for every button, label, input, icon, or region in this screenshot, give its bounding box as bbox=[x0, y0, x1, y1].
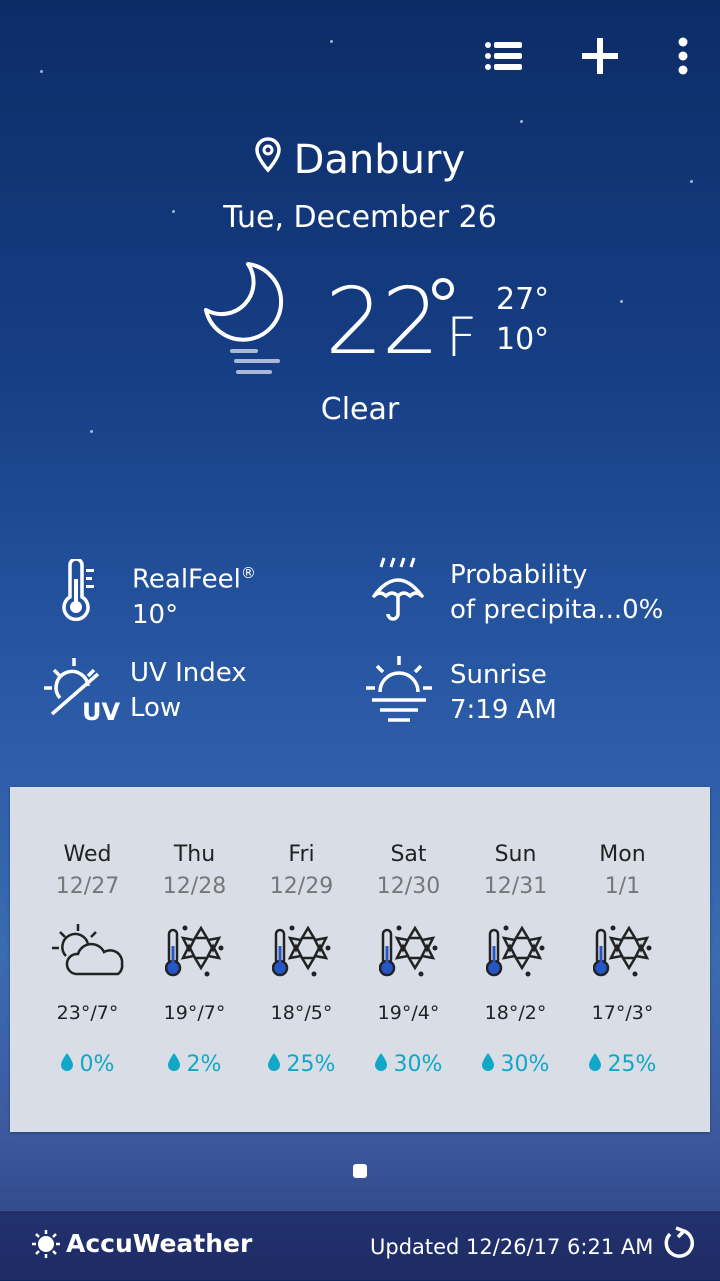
precip-label-2: of precipita... bbox=[450, 595, 623, 625]
forecast-precip: 30% bbox=[355, 1052, 462, 1077]
forecast-precip: 2% bbox=[141, 1052, 248, 1077]
partly-cloudy-icon bbox=[34, 922, 141, 1002]
realfeel-value: 10° bbox=[132, 599, 179, 630]
brand-name: AccuWeather bbox=[66, 1229, 253, 1258]
more-vertical-icon[interactable] bbox=[668, 28, 698, 84]
raindrop-icon bbox=[481, 1052, 494, 1077]
current-condition: Clear bbox=[320, 392, 400, 427]
raindrop-icon bbox=[60, 1052, 73, 1077]
cold-snow-icon bbox=[355, 922, 462, 1002]
thermometer-icon bbox=[56, 557, 116, 629]
daily-forecast-panel[interactable]: Wed 12/27 23°/7° 0% Thu 12/28 19°/7° 2% Fri 12/… bbox=[10, 787, 710, 1132]
forecast-day[interactable]: Mon 1/1 17°/3° 25% bbox=[569, 842, 676, 1077]
forecast-temps: 19°/7° bbox=[163, 1002, 226, 1024]
realfeel-label: RealFeel bbox=[132, 564, 241, 595]
forecast-day-name: Mon bbox=[599, 842, 646, 867]
forecast-precip: 25% bbox=[248, 1052, 355, 1077]
forecast-temps: 18°/2° bbox=[484, 1002, 547, 1024]
forecast-precip-value: 0% bbox=[79, 1052, 115, 1077]
high-temperature: 27° bbox=[496, 282, 550, 317]
uv-label: UV Index bbox=[130, 658, 247, 688]
forecast-precip-value: 25% bbox=[607, 1052, 657, 1077]
accuweather-sun-icon bbox=[32, 1229, 60, 1258]
forecast-precip-value: 2% bbox=[186, 1052, 222, 1077]
forecast-precip: 25% bbox=[569, 1052, 676, 1077]
low-temperature: 10° bbox=[496, 322, 550, 357]
forecast-precip-value: 25% bbox=[286, 1052, 336, 1077]
raindrop-icon bbox=[374, 1052, 387, 1077]
raindrop-icon bbox=[167, 1052, 180, 1077]
registered-mark: ® bbox=[240, 564, 256, 582]
precip-value: 0% bbox=[622, 595, 664, 625]
page-indicator bbox=[353, 1164, 367, 1178]
forecast-date: 12/30 bbox=[376, 874, 441, 899]
precipitation-detail: Probability of precipita...0% bbox=[370, 556, 663, 630]
raindrop-icon bbox=[588, 1052, 601, 1077]
precip-label: Probability bbox=[450, 560, 588, 590]
forecast-day[interactable]: Fri 12/29 18°/5° 25% bbox=[248, 842, 355, 1077]
temperature-unit: F bbox=[446, 306, 478, 369]
forecast-day-name: Sun bbox=[494, 842, 537, 867]
forecast-temps: 19°/4° bbox=[377, 1002, 440, 1024]
forecast-date: 12/29 bbox=[269, 874, 334, 899]
clear-night-moon-icon bbox=[198, 258, 288, 387]
umbrella-rain-icon bbox=[370, 556, 434, 630]
forecast-day[interactable]: Thu 12/28 19°/7° 2% bbox=[141, 842, 248, 1077]
list-icon[interactable] bbox=[476, 28, 532, 84]
refresh-icon[interactable] bbox=[662, 1225, 696, 1263]
location-title[interactable]: Danbury bbox=[0, 135, 720, 183]
forecast-precip-value: 30% bbox=[393, 1052, 443, 1077]
raindrop-icon bbox=[267, 1052, 280, 1077]
forecast-day[interactable]: Sun 12/31 18°/2° 30% bbox=[462, 842, 569, 1077]
forecast-day-name: Sat bbox=[390, 842, 427, 867]
sunrise-icon bbox=[364, 654, 434, 732]
forecast-temps: 18°/5° bbox=[270, 1002, 333, 1024]
sunrise-value: 7:19 AM bbox=[450, 695, 557, 725]
top-bar bbox=[476, 28, 698, 84]
forecast-day-name: Wed bbox=[63, 842, 112, 867]
forecast-precip-value: 30% bbox=[500, 1052, 550, 1077]
uv-value: Low bbox=[130, 693, 182, 723]
forecast-temps: 17°/3° bbox=[591, 1002, 654, 1024]
forecast-day[interactable]: Wed 12/27 23°/7° 0% bbox=[34, 842, 141, 1077]
uv-badge: UV bbox=[82, 698, 121, 726]
city-name: Danbury bbox=[293, 137, 466, 183]
realfeel-detail: RealFeel® 10° bbox=[56, 556, 256, 633]
current-temperature: 22 bbox=[325, 268, 440, 375]
forecast-precip: 30% bbox=[462, 1052, 569, 1077]
forecast-date: 12/31 bbox=[483, 874, 548, 899]
cold-snow-icon bbox=[141, 922, 248, 1002]
forecast-date: 12/27 bbox=[55, 874, 120, 899]
sunrise-detail: Sunrise 7:19 AM bbox=[364, 654, 557, 732]
last-updated-text: Updated 12/26/17 6:21 AM bbox=[370, 1235, 654, 1259]
cold-snow-icon bbox=[248, 922, 355, 1002]
forecast-date: 1/1 bbox=[604, 874, 641, 899]
forecast-day-name: Thu bbox=[173, 842, 216, 867]
forecast-temps: 23°/7° bbox=[56, 1002, 119, 1024]
forecast-day-name: Fri bbox=[288, 842, 315, 867]
footer-bar: AccuWeather Updated 12/26/17 6:21 AM bbox=[0, 1210, 720, 1281]
degree-symbol bbox=[432, 278, 454, 300]
current-date: Tue, December 26 bbox=[223, 200, 497, 235]
cold-snow-icon bbox=[462, 922, 569, 1002]
forecast-date: 12/28 bbox=[162, 874, 227, 899]
cold-snow-icon bbox=[569, 922, 676, 1002]
forecast-day[interactable]: Sat 12/30 19°/4° 30% bbox=[355, 842, 462, 1077]
uv-index-detail: UV UV Index Low bbox=[40, 654, 247, 728]
accuweather-logo[interactable]: AccuWeather bbox=[32, 1229, 252, 1258]
sunrise-label: Sunrise bbox=[450, 660, 547, 690]
location-pin-icon bbox=[255, 137, 294, 183]
forecast-precip: 0% bbox=[34, 1052, 141, 1077]
uv-sun-icon: UV bbox=[40, 654, 124, 728]
plus-icon[interactable] bbox=[572, 28, 628, 84]
